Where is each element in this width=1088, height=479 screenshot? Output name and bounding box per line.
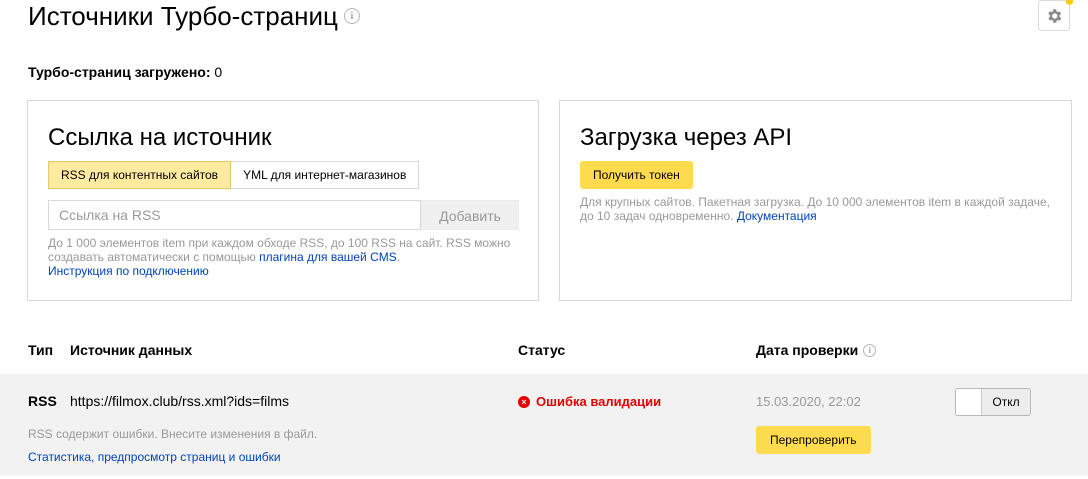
api-panel: Загрузка через API Получить токен Для кр…	[559, 100, 1072, 301]
api-hint: Для крупных сайтов. Пакетная загрузка. Д…	[580, 195, 1050, 223]
column-header-source: Источник данных	[70, 342, 193, 358]
recheck-button[interactable]: Перепроверить	[756, 426, 871, 454]
instruction-link[interactable]: Инструкция по подключению	[48, 264, 209, 278]
source-link-panel: Ссылка на источник RSS для контентных са…	[27, 100, 539, 301]
loaded-label: Турбо-страниц загружено:	[28, 64, 211, 80]
api-panel-title: Загрузка через API	[580, 124, 793, 151]
loaded-value: 0	[214, 64, 223, 80]
settings-button[interactable]	[1038, 0, 1070, 31]
date-info-icon[interactable]: i	[863, 343, 877, 357]
rss-url-input[interactable]	[48, 200, 421, 230]
source-panel-title: Ссылка на источник	[48, 124, 272, 151]
source-hint: До 1 000 элементов item при каждом обход…	[48, 236, 518, 278]
gear-icon	[1048, 8, 1062, 23]
source-type-tabs: RSS для контентных сайтов YML для интерн…	[48, 161, 420, 189]
column-header-date: Дата проверки i	[756, 342, 877, 358]
column-header-date-label: Дата проверки	[756, 342, 859, 358]
info-icon[interactable]: i	[343, 8, 360, 25]
get-token-button[interactable]: Получить токен	[580, 161, 693, 189]
toggle-label: Откл	[992, 395, 1020, 409]
notification-dot	[1066, 0, 1073, 5]
row-error-hint: RSS содержит ошибки. Внесите изменения в…	[28, 427, 318, 441]
source-hint-end: .	[396, 250, 401, 264]
documentation-link[interactable]: Документация	[737, 209, 817, 223]
error-icon: ×	[518, 396, 530, 408]
loaded-count: Турбо-страниц загружено: 0	[28, 64, 222, 80]
tab-yml[interactable]: YML для интернет-магазинов	[231, 161, 420, 189]
row-status: × Ошибка валидации	[518, 394, 661, 410]
toggle-knob[interactable]	[956, 389, 982, 415]
row-check-date: 15.03.2020, 22:02	[756, 394, 861, 409]
row-source-url: https://filmox.club/rss.xml?ids=films	[70, 393, 289, 409]
source-toggle[interactable]: Откл	[955, 388, 1031, 416]
table-row: RSS https://filmox.club/rss.xml?ids=film…	[0, 374, 1088, 475]
row-type: RSS	[28, 393, 57, 409]
page-title-text: Источники Турбо-страниц	[28, 1, 338, 31]
column-header-type: Тип	[28, 342, 54, 358]
add-button[interactable]: Добавить	[421, 200, 519, 230]
stats-preview-link[interactable]: Статистика, предпросмотр страниц и ошибк…	[28, 450, 281, 464]
cms-plugin-link[interactable]: плагина для вашей CMS	[259, 250, 397, 264]
row-status-text: Ошибка валидации	[536, 394, 662, 409]
column-header-status: Статус	[518, 342, 566, 358]
page-title: Источники Турбо-страниц i	[28, 0, 360, 32]
tab-rss[interactable]: RSS для контентных сайтов	[48, 161, 232, 189]
